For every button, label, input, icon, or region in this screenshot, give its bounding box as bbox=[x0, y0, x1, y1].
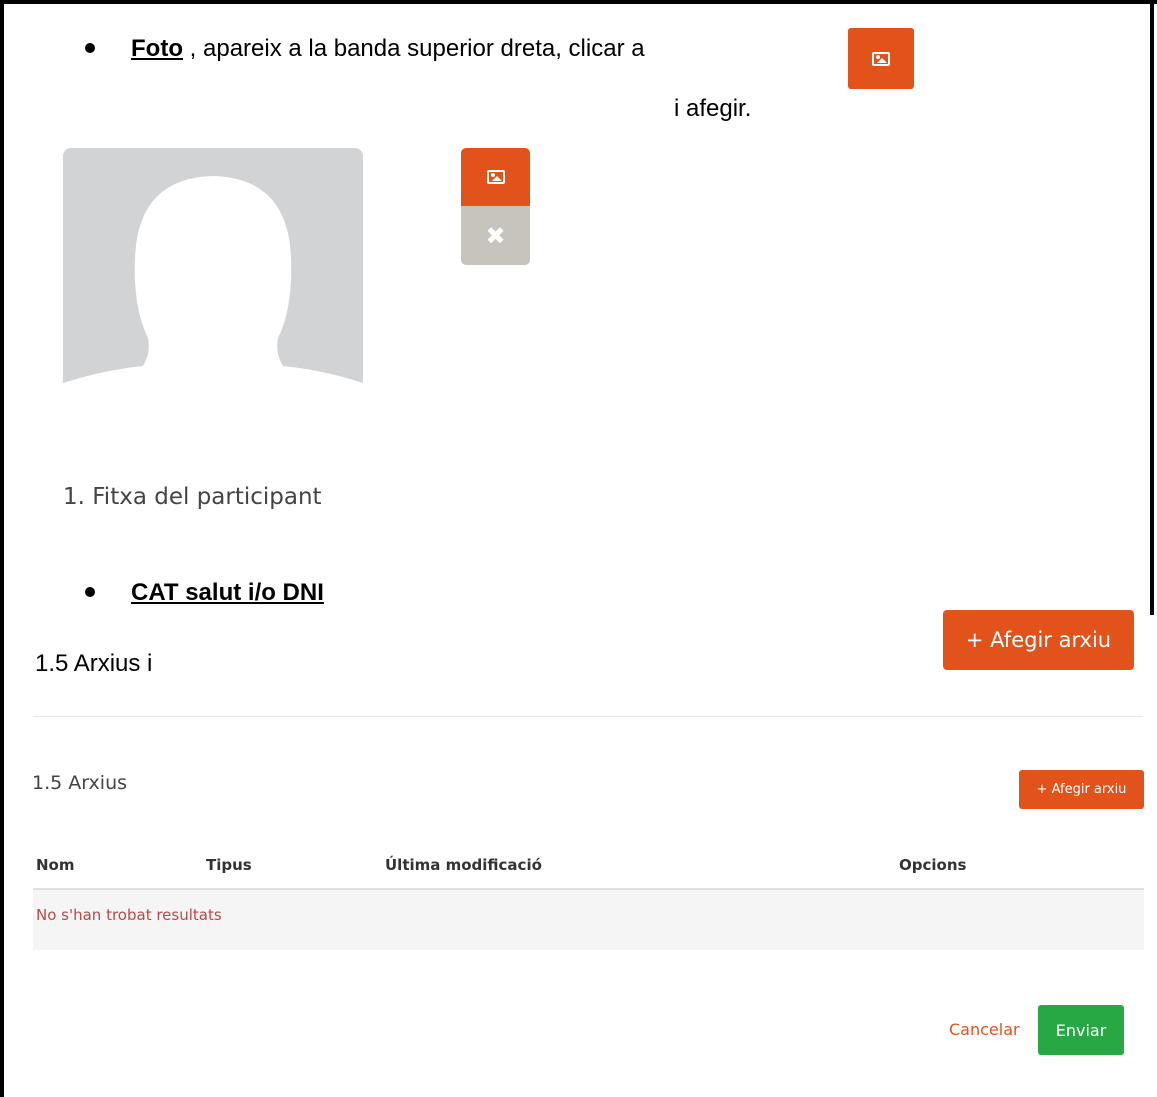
foto-bullet: Foto , apareix a la banda superior dreta… bbox=[85, 34, 645, 64]
column-header-modified[interactable]: Última modificació bbox=[385, 856, 542, 874]
bullet-dot bbox=[85, 42, 95, 53]
cat-label: CAT salut i/o DNI bbox=[131, 579, 324, 606]
cat-bullet: CAT salut i/o DNI bbox=[85, 578, 324, 608]
frame-top-border bbox=[0, 0, 1157, 4]
send-button[interactable]: Enviar bbox=[1038, 1005, 1124, 1055]
foto-text: , apareix a la banda superior dreta, cli… bbox=[189, 35, 645, 62]
avatar-placeholder bbox=[63, 148, 363, 389]
arxius-panel-title: 1.5 Arxius bbox=[32, 772, 128, 794]
add-file-button[interactable]: + Afegir arxiu bbox=[1019, 770, 1144, 809]
close-icon: ✖ bbox=[485, 221, 506, 250]
image-icon bbox=[872, 51, 890, 66]
foto-continuation: i afegir. bbox=[674, 95, 752, 122]
person-silhouette-icon bbox=[63, 176, 363, 389]
arxius-instruction: 1.5 Arxius i bbox=[35, 650, 153, 677]
photo-controls: ✖ bbox=[461, 148, 530, 265]
section-title: 1. Fitxa del participant bbox=[63, 484, 322, 510]
column-header-tipus[interactable]: Tipus bbox=[206, 856, 252, 874]
remove-photo-button[interactable]: ✖ bbox=[461, 206, 530, 265]
image-icon bbox=[486, 170, 505, 184]
bullet-dot bbox=[85, 586, 95, 597]
upload-photo-button[interactable] bbox=[461, 148, 530, 206]
cancel-link[interactable]: Cancelar bbox=[949, 1020, 1020, 1039]
frame-left-border bbox=[0, 0, 4, 1097]
add-file-button-large[interactable]: + Afegir arxiu bbox=[943, 610, 1134, 670]
empty-message: No s'han trobat resultats bbox=[36, 906, 222, 924]
column-header-nom[interactable]: Nom bbox=[36, 856, 75, 874]
frame-right-border bbox=[1150, 0, 1154, 615]
inline-image-button bbox=[848, 28, 914, 89]
column-header-options: Opcions bbox=[899, 856, 967, 874]
foto-label: Foto bbox=[131, 35, 183, 62]
divider bbox=[33, 716, 1143, 717]
